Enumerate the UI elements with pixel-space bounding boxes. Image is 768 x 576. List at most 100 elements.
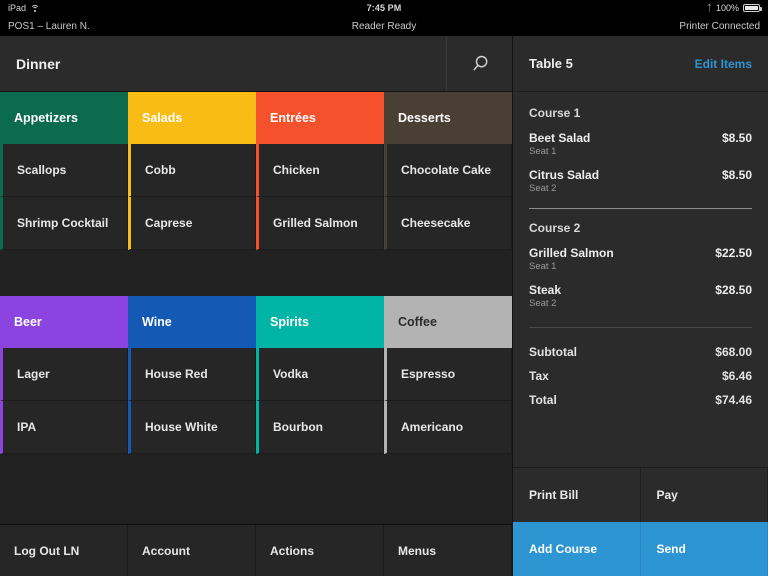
menu-title: Dinner	[16, 55, 61, 72]
status-bar-right: ᛏ 100%	[401, 2, 762, 13]
search-icon	[472, 55, 487, 70]
line-item-row: Steak $28.50	[529, 283, 752, 297]
action-button-print-bill[interactable]: Print Bill	[513, 468, 641, 522]
check-header: Table 5 Edit Items	[513, 36, 768, 92]
menu-item-button[interactable]: Scallops	[0, 144, 128, 197]
category-header-desserts[interactable]: Desserts	[384, 92, 512, 144]
category-column-beer: Beer Lager IPA	[0, 296, 128, 454]
status-bar-left: iPad	[8, 3, 367, 13]
line-item-name: Steak	[529, 283, 562, 297]
category-column-spirits: Spirits Vodka Bourbon	[256, 296, 384, 454]
menu-item-button[interactable]: House Red	[128, 348, 256, 401]
check-action-buttons: Print Bill Pay Add Course Send	[513, 467, 768, 576]
menu-item-button[interactable]: Chocolate Cake	[384, 144, 512, 197]
category-column-entr-es: Entrées Chicken Grilled Salmon	[256, 92, 384, 250]
check-line-item[interactable]: Citrus Salad $8.50 Seat 2	[529, 163, 752, 200]
nav-button-actions[interactable]: Actions	[256, 525, 384, 576]
device-name: iPad	[8, 3, 27, 13]
line-item-seat: Seat 2	[529, 183, 557, 194]
menu-item-button[interactable]: Vodka	[256, 348, 384, 401]
totals-section: Subtotal $68.00 Tax $6.46 Total $74.46	[529, 327, 752, 412]
line-item-price: $8.50	[721, 131, 752, 145]
line-item-price: $22.50	[715, 246, 752, 260]
total-value: $74.46	[715, 393, 752, 407]
category-column-coffee: Coffee Espresso Americano	[384, 296, 512, 454]
line-item-seat: Seat 2	[529, 298, 557, 309]
table-label: Table 5	[529, 56, 573, 71]
battery-percent-label: 100%	[715, 3, 739, 13]
total-label: Tax	[529, 369, 549, 383]
category-header-wine[interactable]: Wine	[128, 296, 256, 348]
nav-button-menus[interactable]: Menus	[384, 525, 512, 576]
action-row-primary: Add Course Send	[513, 522, 768, 576]
nav-button-account[interactable]: Account	[128, 525, 256, 576]
action-button-pay[interactable]: Pay	[640, 468, 768, 522]
pos-app-window: iPad 7:45 PM ᛏ 100% POS1 – Lauren N. Rea…	[0, 0, 768, 576]
menu-item-button[interactable]: IPA	[0, 401, 128, 454]
menu-item-button[interactable]: Cheesecake	[384, 197, 512, 250]
menu-header: Dinner	[0, 36, 512, 92]
menu-pane: Dinner Appetizers Scallops Shrimp Cocktail…	[0, 36, 512, 576]
menu-grid-gap-top	[0, 250, 512, 296]
menu-item-button[interactable]: Caprese	[128, 197, 256, 250]
category-header-salads[interactable]: Salads	[128, 92, 256, 144]
action-button-add-course[interactable]: Add Course	[513, 522, 641, 576]
food-category-grid: Appetizers Scallops Shrimp Cocktail Salads C…	[0, 92, 512, 250]
line-item-name: Citrus Salad	[529, 168, 600, 182]
line-item-seat: Seat 1	[529, 146, 557, 157]
check-line-item[interactable]: Steak $28.50 Seat 2	[529, 278, 752, 315]
check-line-item[interactable]: Beet Salad $8.50 Seat 1	[529, 126, 752, 163]
battery-full-icon	[743, 4, 762, 12]
line-item-row: Beet Salad $8.50	[529, 131, 752, 145]
category-header-spirits[interactable]: Spirits	[256, 296, 384, 348]
total-row-subtotal: Subtotal $68.00	[529, 340, 752, 364]
category-header-beer[interactable]: Beer	[0, 296, 128, 348]
total-row-tax: Tax $6.46	[529, 364, 752, 388]
menu-item-button[interactable]: Espresso	[384, 348, 512, 401]
drink-category-grid: Beer Lager IPA Wine House Red House White Spir…	[0, 296, 512, 454]
edit-items-button[interactable]: Edit Items	[695, 57, 752, 71]
total-label: Total	[529, 393, 557, 407]
course-list: Course 1 Beet Salad $8.50 Seat 1 Citrus Sala…	[529, 92, 752, 315]
menu-item-button[interactable]: Shrimp Cocktail	[0, 197, 128, 250]
menu-item-button[interactable]: House White	[128, 401, 256, 454]
search-button[interactable]	[446, 36, 512, 91]
action-row-secondary: Print Bill Pay	[513, 468, 768, 522]
course-block: Course 2 Grilled Salmon $22.50 Seat 1 Steak $…	[529, 208, 752, 315]
check-line-items: Course 1 Beet Salad $8.50 Seat 1 Citrus Sala…	[513, 92, 768, 467]
total-value: $6.46	[721, 369, 752, 383]
nav-button-log-out-ln[interactable]: Log Out LN	[0, 525, 128, 576]
ios-status-bar: iPad 7:45 PM ᛏ 100%	[0, 0, 768, 16]
menu-item-button[interactable]: Chicken	[256, 144, 384, 197]
line-item-row: Grilled Salmon $22.50	[529, 246, 752, 260]
wifi-icon	[30, 4, 40, 12]
menu-item-button[interactable]: Americano	[384, 401, 512, 454]
total-label: Subtotal	[529, 345, 577, 359]
menu-item-button[interactable]: Lager	[0, 348, 128, 401]
check-pane: Table 5 Edit Items Course 1 Beet Salad $8.…	[512, 36, 768, 576]
course-block: Course 1 Beet Salad $8.50 Seat 1 Citrus Sala…	[529, 92, 752, 200]
category-column-appetizers: Appetizers Scallops Shrimp Cocktail	[0, 92, 128, 250]
menu-item-button[interactable]: Cobb	[128, 144, 256, 197]
menu-grid-gap-bottom	[0, 454, 512, 524]
check-line-item[interactable]: Grilled Salmon $22.50 Seat 1	[529, 241, 752, 278]
menu-item-button[interactable]: Bourbon	[256, 401, 384, 454]
app-info-bar: POS1 – Lauren N. Reader Ready Printer Co…	[0, 16, 768, 36]
line-item-name: Beet Salad	[529, 131, 591, 145]
bottom-nav-bar: Log Out LN Account Actions Menus	[0, 524, 512, 576]
reader-status-label: Reader Ready	[351, 20, 417, 32]
category-column-desserts: Desserts Chocolate Cake Cheesecake	[384, 92, 512, 250]
bluetooth-icon: ᛏ	[706, 2, 712, 13]
category-header-entr-es[interactable]: Entrées	[256, 92, 384, 144]
printer-status-label: Printer Connected	[679, 20, 761, 32]
line-item-name: Grilled Salmon	[529, 246, 614, 260]
category-header-appetizers[interactable]: Appetizers	[0, 92, 128, 144]
line-item-row: Citrus Salad $8.50	[529, 168, 752, 182]
action-button-send[interactable]: Send	[640, 522, 768, 576]
menu-item-button[interactable]: Grilled Salmon	[256, 197, 384, 250]
category-header-coffee[interactable]: Coffee	[384, 296, 512, 348]
course-label: Course 2	[529, 221, 581, 235]
line-item-price: $8.50	[721, 168, 752, 182]
total-row-total: Total $74.46	[529, 388, 752, 412]
category-column-wine: Wine House Red House White	[128, 296, 256, 454]
